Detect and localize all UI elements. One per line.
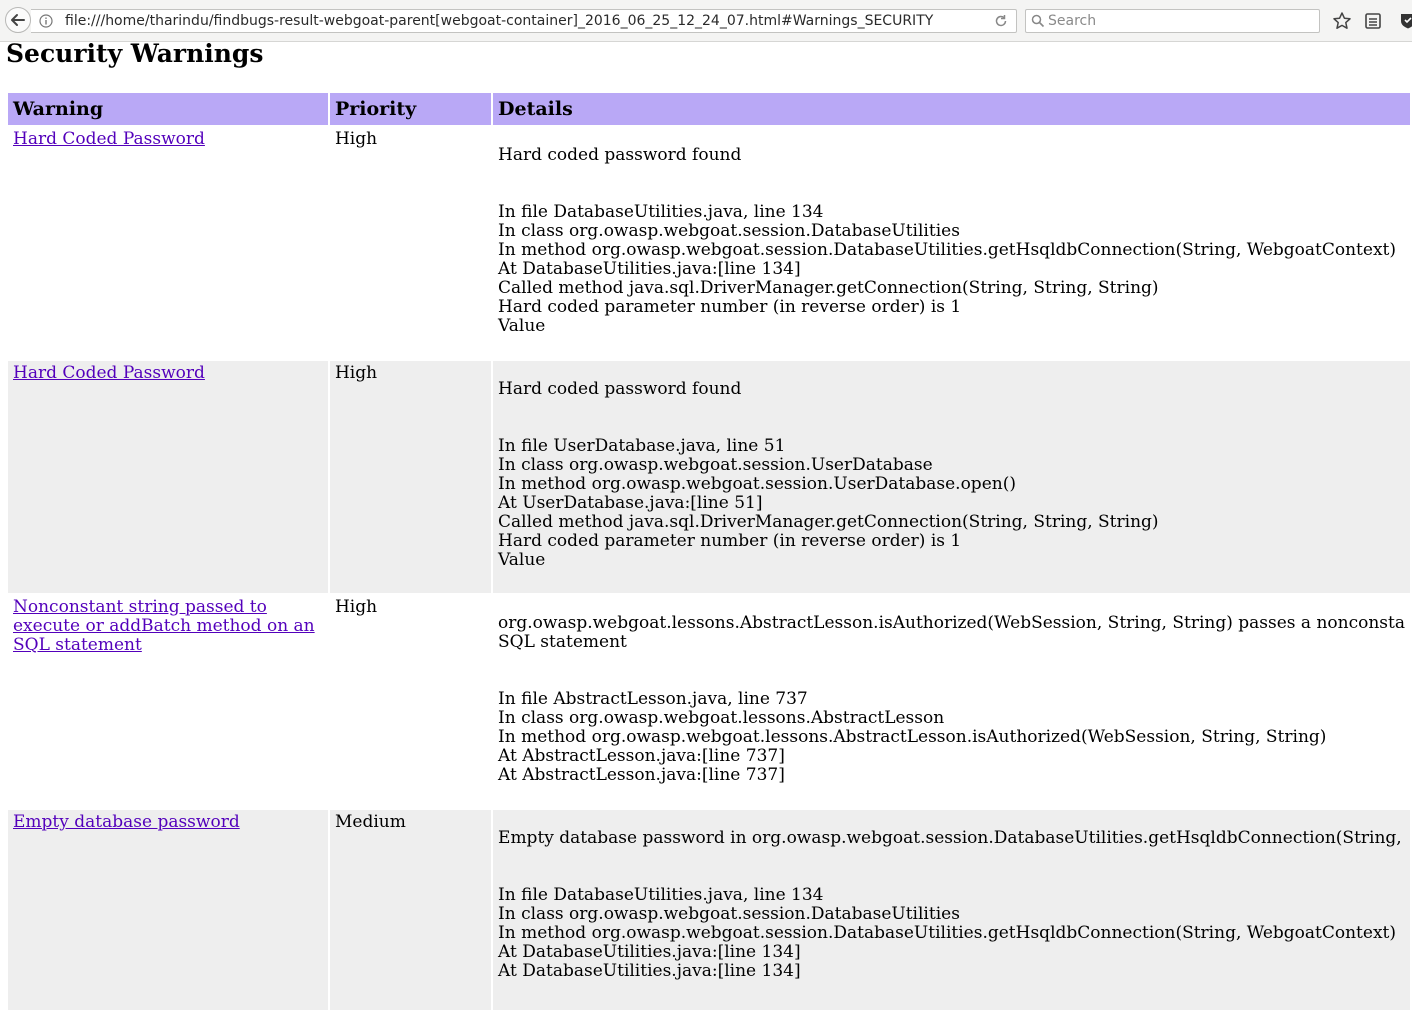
- details-lines: In file DatabaseUtilities.java, line 134…: [498, 886, 1405, 981]
- warnings-table: Warning Priority Details Hard Coded Pass…: [6, 91, 1412, 1012]
- detail-line: At DatabaseUtilities.java:[line 134]: [498, 259, 801, 279]
- details-summary-line: SQL statement: [498, 632, 627, 652]
- url-bar[interactable]: file:///home/tharindu/findbugs-result-we…: [31, 9, 1017, 33]
- priority-cell: High: [329, 127, 492, 359]
- browser-toolbar: file:///home/tharindu/findbugs-result-we…: [0, 0, 1412, 42]
- priority-cell: Medium: [329, 810, 492, 1010]
- details-cell: Empty database password in org.owasp.web…: [493, 810, 1410, 1010]
- warning-cell: Empty database password: [8, 810, 328, 1010]
- shield-icon[interactable]: [1398, 11, 1412, 31]
- detail-line: In class org.owasp.webgoat.lessons.Abstr…: [498, 708, 945, 728]
- warning-cell: Nonconstant string passed to execute or …: [8, 595, 328, 808]
- detail-line: At UserDatabase.java:[line 51]: [498, 493, 763, 513]
- details-summary: Hard coded password found: [498, 145, 742, 165]
- details-cell: org.owasp.webgoat.lessons.AbstractLesson…: [493, 595, 1410, 808]
- back-button[interactable]: [5, 7, 31, 33]
- search-icon: [1031, 14, 1045, 28]
- detail-line: In method org.owasp.webgoat.lessons.Abst…: [498, 727, 1327, 747]
- reload-icon[interactable]: [994, 14, 1008, 28]
- detail-line: In class org.owasp.webgoat.session.Datab…: [498, 221, 960, 241]
- details-summary: Empty database password in org.owasp.web…: [498, 828, 1402, 848]
- details-lines: In file UserDatabase.java, line 51 In cl…: [498, 437, 1405, 570]
- table-header-row: Warning Priority Details: [8, 93, 1410, 125]
- priority-cell: High: [329, 361, 492, 593]
- warning-link[interactable]: Empty database password: [13, 812, 240, 832]
- warning-cell: Hard Coded Password: [8, 127, 328, 359]
- header-details: Details: [493, 93, 1410, 125]
- search-bar[interactable]: [1025, 9, 1320, 33]
- back-arrow-icon: [11, 14, 25, 26]
- table-row: Nonconstant string passed to execute or …: [8, 595, 1410, 808]
- detail-line: Hard coded parameter number (in reverse …: [498, 531, 962, 551]
- detail-line: In class org.owasp.webgoat.session.Datab…: [498, 904, 960, 924]
- search-input[interactable]: [1048, 11, 1308, 31]
- details-summary: Hard coded password found: [498, 379, 742, 399]
- page-title: Security Warnings: [6, 39, 264, 68]
- header-warning: Warning: [8, 93, 328, 125]
- details-cell: Hard coded password found In file UserDa…: [493, 361, 1410, 593]
- priority-cell: High: [329, 595, 492, 808]
- detail-line: In file DatabaseUtilities.java, line 134: [498, 202, 824, 222]
- warning-link[interactable]: Hard Coded Password: [13, 363, 205, 383]
- warning-cell: Hard Coded Password: [8, 361, 328, 593]
- detail-line: At AbstractLesson.java:[line 737]: [498, 746, 785, 766]
- info-icon[interactable]: [39, 14, 53, 28]
- table-row: Empty database password Medium Empty dat…: [8, 810, 1410, 1010]
- detail-line: Value: [498, 550, 546, 570]
- details-cell: Hard coded password found In file Databa…: [493, 127, 1410, 359]
- detail-line: At AbstractLesson.java:[line 737]: [498, 765, 785, 785]
- detail-line: In method org.owasp.webgoat.session.Data…: [498, 240, 1397, 260]
- detail-line: Called method java.sql.DriverManager.get…: [498, 512, 1159, 532]
- details-summary-line: org.owasp.webgoat.lessons.AbstractLesson…: [498, 613, 1405, 633]
- detail-line: In method org.owasp.webgoat.session.Data…: [498, 923, 1397, 943]
- header-priority: Priority: [329, 93, 492, 125]
- detail-line: In method org.owasp.webgoat.session.User…: [498, 474, 1016, 494]
- detail-line: Called method java.sql.DriverManager.get…: [498, 278, 1159, 298]
- detail-line: In class org.owasp.webgoat.session.UserD…: [498, 455, 933, 475]
- detail-line: At DatabaseUtilities.java:[line 134]: [498, 961, 801, 981]
- detail-line: At DatabaseUtilities.java:[line 134]: [498, 942, 801, 962]
- warning-link[interactable]: Hard Coded Password: [13, 129, 205, 149]
- detail-line: Hard coded parameter number (in reverse …: [498, 297, 962, 317]
- detail-line: In file UserDatabase.java, line 51: [498, 436, 786, 456]
- table-row: Hard Coded Password High Hard coded pass…: [8, 127, 1410, 359]
- details-lines: In file AbstractLesson.java, line 737 In…: [498, 690, 1405, 785]
- detail-line: In file DatabaseUtilities.java, line 134: [498, 885, 824, 905]
- url-text[interactable]: file:///home/tharindu/findbugs-result-we…: [65, 13, 933, 29]
- details-summary: org.owasp.webgoat.lessons.AbstractLesson…: [498, 614, 1405, 652]
- reading-list-icon[interactable]: [1363, 11, 1383, 31]
- table-row: Hard Coded Password High Hard coded pass…: [8, 361, 1410, 593]
- star-icon[interactable]: [1332, 11, 1352, 31]
- detail-line: Value: [498, 316, 546, 336]
- warning-link[interactable]: Nonconstant string passed to execute or …: [13, 597, 315, 655]
- detail-line: In file AbstractLesson.java, line 737: [498, 689, 808, 709]
- details-lines: In file DatabaseUtilities.java, line 134…: [498, 203, 1405, 336]
